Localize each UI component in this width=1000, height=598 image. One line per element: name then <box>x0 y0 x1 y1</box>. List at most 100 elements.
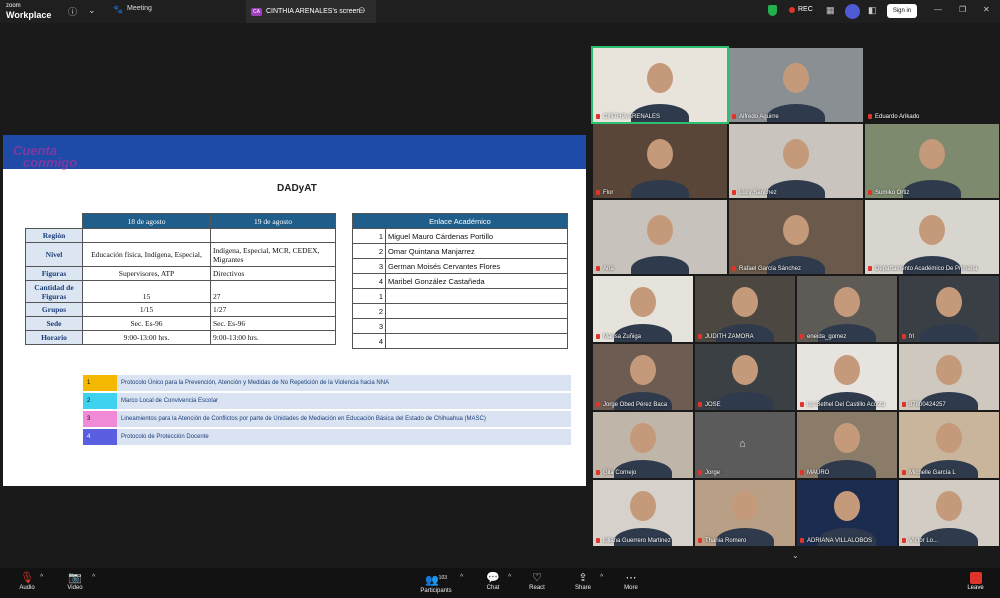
participant-tile[interactable]: frl <box>899 276 999 342</box>
table-cell <box>385 318 568 334</box>
share-button[interactable]: ⇪ Share <box>563 572 603 591</box>
participant-tile[interactable]: JUDITH ZAMORA <box>695 276 795 342</box>
participant-name: Liz Bethel Del Castillo Acosta <box>807 402 886 408</box>
participant-name: Sumiko Ortiz <box>875 190 910 196</box>
minimize-icon[interactable]: — <box>934 5 942 14</box>
participant-tile[interactable]: eneida_gomez <box>797 276 897 342</box>
table-cell: Supervisores, ATP <box>82 266 211 281</box>
participant-name: Departamento Académico De Primaria <box>875 266 978 272</box>
protocol-item: 2 Marco Local de Convivencia Escolar <box>83 393 571 409</box>
sidebar-toggle-icon[interactable]: ◧ <box>868 5 877 16</box>
participant-face <box>834 287 860 318</box>
close-icon[interactable]: ✕ <box>983 5 990 14</box>
table-row: Sede Sec. Es-96 Sec. Es-96 <box>25 316 336 331</box>
apps-grid-icon[interactable]: ▦ <box>826 5 835 16</box>
video-button[interactable]: 📷 Video <box>55 572 95 591</box>
participant-face <box>936 287 962 318</box>
muted-mic-icon <box>698 334 702 339</box>
muted-mic-icon <box>800 334 804 339</box>
participant-tile[interactable]: Alfredo Aguirre <box>729 48 863 122</box>
muted-mic-icon <box>732 266 736 271</box>
gallery-scroll-down-icon[interactable]: ⌄ <box>792 551 799 560</box>
table-cell: Directivos <box>210 266 336 281</box>
participant-name: 87800424257 <box>909 402 946 408</box>
muted-mic-icon <box>596 470 600 475</box>
participant-tile[interactable]: JOSE <box>695 344 795 410</box>
share-chevron-icon[interactable]: ^ <box>600 574 603 581</box>
row-label: Región <box>25 228 83 243</box>
participants-button[interactable]: 👥103 Participants <box>415 572 457 594</box>
table-row: Figuras Supervisores, ATP Directivos <box>25 266 336 281</box>
participant-tile[interactable]: MAURO <box>797 412 897 478</box>
participants-chevron-icon[interactable]: ^ <box>460 574 463 581</box>
muted-mic-icon <box>732 190 736 195</box>
participant-face <box>732 287 758 318</box>
react-button[interactable]: ♡ React <box>517 572 557 591</box>
protocol-number: 2 <box>83 393 117 409</box>
security-shield-icon[interactable] <box>768 5 777 16</box>
participant-tile[interactable]: Marisa Zuñiga <box>593 276 693 342</box>
muted-mic-icon <box>868 114 872 119</box>
participant-tile[interactable]: Ana <box>593 200 727 274</box>
participant-face <box>834 491 860 522</box>
protocol-text: Protocolo de Protección Docente <box>117 429 571 445</box>
table-row: 4 <box>352 333 568 349</box>
meeting-tab[interactable]: Meeting <box>127 5 152 12</box>
row-label: Grupos <box>25 302 83 317</box>
participant-tile[interactable]: ⌂ Jorge <box>695 412 795 478</box>
participant-tile[interactable]: Michelle García L <box>899 412 999 478</box>
table-row: Nivel Educación física, Indígena, Especia… <box>25 242 336 267</box>
table-row: Cantidad de Figuras 15 27 <box>25 280 336 303</box>
participant-face <box>647 138 673 169</box>
participant-tile[interactable]: CINTHIA ARENALES <box>591 46 729 124</box>
protocol-number: 4 <box>83 429 117 445</box>
table-cell <box>82 228 211 243</box>
video-options-chevron-icon[interactable]: ^ <box>92 574 95 581</box>
row-number: 2 <box>352 243 386 259</box>
protocol-item: 4 Protocolo de Protección Docente <box>83 429 571 445</box>
participant-tile[interactable]: Flor <box>593 124 727 198</box>
participant-face <box>834 423 860 454</box>
participant-tile[interactable]: Eduardo Arikado <box>865 48 999 122</box>
participant-tile[interactable]: Liliana Guerrero Martinez <box>593 480 693 546</box>
row-label: Cantidad de Figuras <box>25 280 83 303</box>
table-row: 1 Miguel Mauro Cárdenas Portillo <box>352 228 568 244</box>
table-cell: Sec. Es-96 <box>210 316 336 331</box>
participant-tile[interactable]: Rafael García Sánchez <box>729 200 863 274</box>
participant-tile[interactable]: 87800424257 <box>899 344 999 410</box>
more-button[interactable]: ⋯ More <box>611 572 651 591</box>
participant-name: Víctor Lo... <box>909 538 939 544</box>
sign-in-button[interactable]: Sign in <box>887 4 917 18</box>
participant-body <box>903 180 961 198</box>
participant-name: Marisa Zuñiga <box>603 334 642 340</box>
participant-body <box>631 180 689 198</box>
table-cell <box>385 303 568 319</box>
chat-button[interactable]: 💬 Chat <box>473 572 513 591</box>
participant-tile[interactable]: Sumiko Ortiz <box>865 124 999 198</box>
video-label: Video <box>67 585 83 591</box>
chat-chevron-icon[interactable]: ^ <box>508 574 511 581</box>
participant-tile[interactable]: Liz Bethel Del Castillo Acosta <box>797 344 897 410</box>
participant-name: Eduardo Arikado <box>875 114 920 120</box>
title-bar: zoom Workplace ⓘ ⌄ 🐾 Meeting CA CINTHIA … <box>0 0 1000 23</box>
participant-tile[interactable]: Thania Romero <box>695 480 795 546</box>
table-cell <box>385 288 568 304</box>
table-cell: Indígena, Especial, MCR, CEDEX, Migrante… <box>210 242 336 267</box>
participant-tile[interactable]: Departamento Académico De Primaria <box>865 200 999 274</box>
participant-name: Gila Cornejo <box>603 470 637 476</box>
participant-tile[interactable]: Gila Cornejo <box>593 412 693 478</box>
info-icon[interactable]: ⓘ <box>68 5 77 18</box>
shared-screen-tab[interactable]: CA CINTHIA ARENALES's screen <box>246 0 376 23</box>
more-options-icon[interactable]: ⊖ <box>358 5 366 16</box>
restore-icon[interactable]: ❐ <box>959 5 966 14</box>
participant-tile[interactable]: Lucy Sanchez <box>729 124 863 198</box>
participant-tile[interactable]: ADRIANA VILLALOBOS <box>797 480 897 546</box>
participant-tile[interactable]: Víctor Lo... <box>899 480 999 546</box>
audio-options-chevron-icon[interactable]: ^ <box>40 574 43 581</box>
leave-button[interactable]: Leave <box>958 572 993 591</box>
muted-mic-icon <box>596 266 600 271</box>
participant-tile[interactable]: Jorge Obed Pérez Baca <box>593 344 693 410</box>
video-off-icon: 📷 <box>68 572 82 584</box>
ai-companion-icon[interactable] <box>845 4 860 19</box>
chevron-down-icon[interactable]: ⌄ <box>88 5 96 16</box>
